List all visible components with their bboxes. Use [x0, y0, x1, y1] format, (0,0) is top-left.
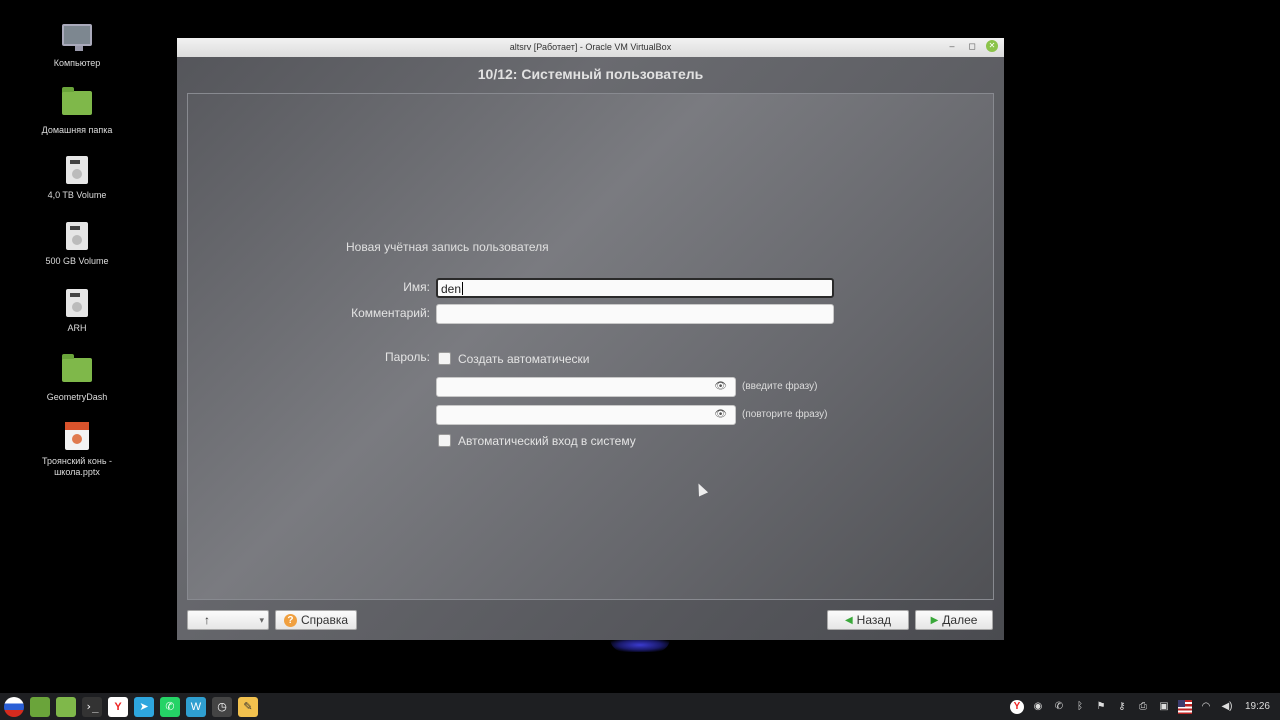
close-button[interactable]: ✕ [986, 40, 998, 52]
taskbar: ›_ Y ➤ ✆ W ◷ ✎ Y ◉ ✆ ᛒ ⚑ ⚷ ⎙ ▣ ◠ ◀) 19:2… [0, 693, 1280, 720]
name-input[interactable]: den [436, 278, 834, 298]
repeat-hint: (повторите фразу) [742, 409, 828, 420]
next-arrow-icon: ▶ [930, 614, 939, 626]
window-titlebar[interactable]: altsrv [Работает] - Oracle VM VirtualBox… [177, 38, 1004, 57]
background-logo-glow [610, 638, 670, 652]
yandex-icon[interactable]: Y [1009, 699, 1024, 714]
minimize-button[interactable]: – [946, 40, 958, 52]
printer-icon[interactable]: ⎙ [1136, 700, 1150, 714]
desktop-icon-home[interactable]: Домашняя папка [32, 87, 122, 136]
help-button-label: Справка [300, 613, 349, 627]
show-password-icon[interactable]: 👁 [714, 381, 727, 392]
comment-input[interactable] [436, 304, 834, 324]
password-input[interactable]: 👁 [436, 377, 736, 397]
installer-content: Новая учётная запись пользователя Имя: d… [187, 93, 994, 600]
desktop-icon-label: GeometryDash [46, 392, 108, 402]
back-arrow-icon: ◀ [844, 614, 853, 626]
up-dropdown-button[interactable]: ↑ ▾ [187, 610, 269, 630]
next-button-label: Далее [942, 613, 978, 627]
desktop-icon-computer[interactable]: Компьютер [32, 20, 122, 69]
virtualbox-window: altsrv [Работает] - Oracle VM VirtualBox… [177, 38, 1004, 640]
desktop-icon-arh[interactable]: ARH [32, 287, 122, 334]
battery-icon[interactable]: ▣ [1157, 700, 1171, 714]
bluetooth-icon[interactable]: ᛒ [1073, 700, 1087, 714]
clock[interactable]: 19:26 [1245, 701, 1270, 712]
name-label: Имя: [403, 280, 430, 294]
drive-icon [66, 222, 88, 250]
desktop-icon-pptx[interactable]: Троянский конь - школа.pptx [32, 420, 122, 478]
drive-icon [66, 289, 88, 317]
key-icon[interactable]: ⚷ [1115, 700, 1129, 714]
desktop-icon-label: Домашняя папка [41, 125, 113, 135]
terminal-icon[interactable]: ›_ [82, 696, 102, 717]
file-manager-icon[interactable] [30, 696, 50, 717]
back-button[interactable]: ◀ Назад [827, 610, 909, 630]
whatsapp-icon[interactable]: ✆ [160, 696, 180, 717]
desktop-icon-volume-4tb[interactable]: 4,0 TB Volume [32, 154, 122, 201]
desktop-icon-geometrydash[interactable]: GeometryDash [32, 354, 122, 403]
virtualbox-icon[interactable]: W [186, 696, 206, 717]
yandex-browser-icon[interactable]: Y [108, 696, 128, 717]
show-password-repeat-icon[interactable]: 👁 [714, 409, 727, 420]
obs-icon[interactable]: ◉ [1031, 700, 1045, 714]
help-button[interactable]: ? Справка [275, 610, 357, 630]
desktop-icon-label: Троянский конь - школа.pptx [41, 456, 113, 477]
folder-icon[interactable] [56, 696, 76, 717]
volume-icon[interactable]: ◀) [1220, 700, 1234, 714]
desktop-icon-volume-500gb[interactable]: 500 GB Volume [32, 220, 122, 267]
help-icon: ? [283, 613, 297, 627]
drive-icon [66, 156, 88, 184]
telegram-icon[interactable]: ➤ [134, 696, 154, 717]
clock-icon[interactable]: ◷ [212, 696, 232, 717]
wifi-icon[interactable]: ◠ [1199, 700, 1213, 714]
pptx-file-icon [65, 422, 89, 450]
step-title: 10/12: Системный пользователь [477, 66, 704, 82]
window-title: altsrv [Работает] - Oracle VM VirtualBox [509, 42, 672, 52]
home-folder-icon [62, 87, 92, 115]
computer-icon [62, 24, 92, 51]
folder-icon [62, 354, 92, 382]
auto-login-checkbox[interactable] [438, 434, 451, 447]
comment-label: Комментарий: [351, 306, 430, 320]
auto-generate-label: Создать автоматически [458, 352, 590, 366]
password-hint: (введите фразу) [742, 381, 818, 392]
auto-login-label: Автоматический вход в систему [458, 434, 636, 448]
password-repeat-input[interactable]: 👁 [436, 405, 736, 425]
whatsapp-tray-icon[interactable]: ✆ [1052, 700, 1066, 714]
maximize-button[interactable]: ◻ [966, 40, 978, 52]
desktop-icon-label: ARH [67, 323, 87, 333]
desktop-icon-label: Компьютер [53, 58, 101, 68]
next-button[interactable]: ▶ Далее [915, 610, 993, 630]
name-input-value: den [441, 282, 462, 296]
desktop-icon-label: 4,0 TB Volume [47, 190, 107, 200]
notes-icon[interactable]: ✎ [238, 696, 258, 717]
flag-ru-icon[interactable] [4, 696, 24, 717]
password-label: Пароль: [385, 350, 430, 364]
back-button-label: Назад [856, 613, 892, 627]
up-arrow-icon: ↑ [204, 613, 210, 627]
desktop-icon-label: 500 GB Volume [45, 256, 109, 266]
flag-icon[interactable]: ⚑ [1094, 700, 1108, 714]
dropdown-arrow-icon: ▾ [259, 614, 264, 625]
auto-generate-checkbox[interactable] [438, 352, 451, 365]
flag-us-icon[interactable] [1177, 699, 1192, 714]
vm-display[interactable]: 10/12: Системный пользователь Новая учёт… [177, 57, 1004, 640]
text-caret [462, 282, 464, 295]
section-title: Новая учётная запись пользователя [346, 240, 549, 254]
